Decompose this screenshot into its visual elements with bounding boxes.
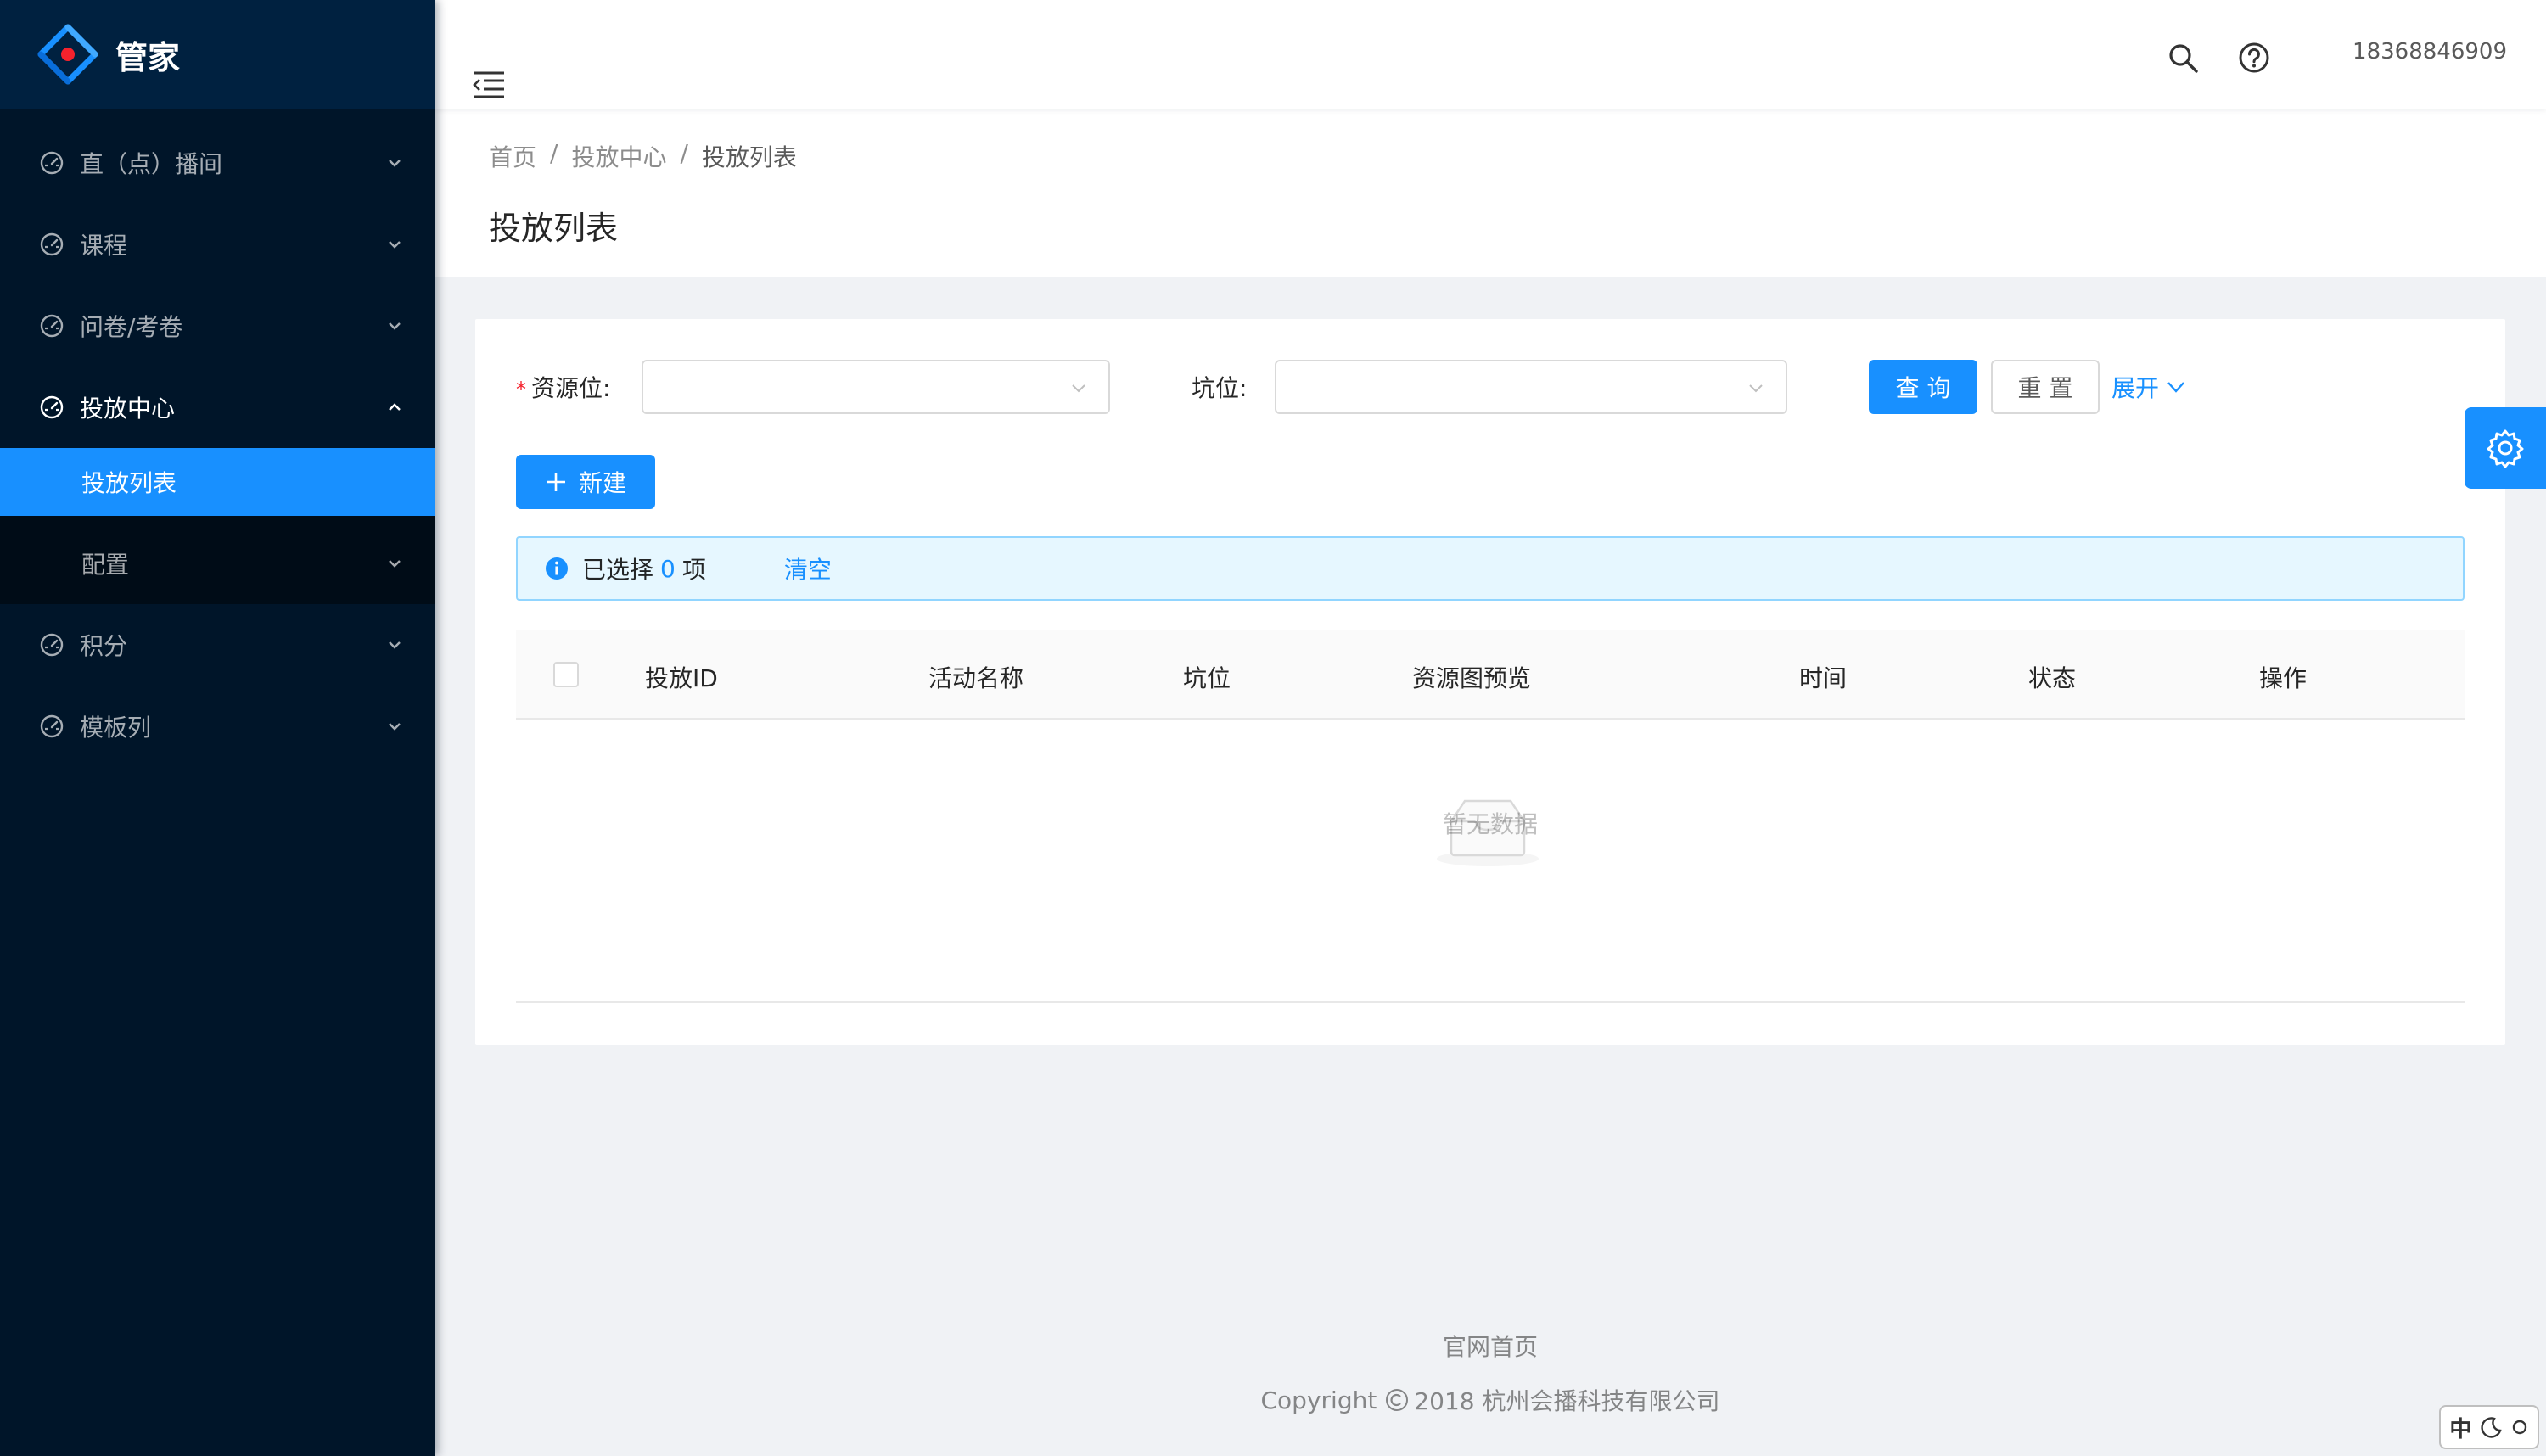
sidebar-item-survey[interactable]: 问卷/考卷 (0, 285, 435, 367)
ime-mode[interactable]: 中 (2449, 1412, 2471, 1443)
sidebar-item-delivery-list[interactable]: 投放列表 (0, 448, 435, 516)
chevron-down-icon (2167, 382, 2184, 393)
copyright-icon (1386, 1389, 1409, 1411)
breadcrumb-current: 投放列表 (701, 143, 797, 171)
resource-position-label: * 资源位: (516, 374, 611, 402)
slot-select[interactable] (1275, 360, 1787, 414)
column-header[interactable]: 时间 (1799, 660, 1847, 694)
sidebar-item-template[interactable]: 模板列 (0, 686, 435, 767)
official-site-link[interactable]: 官网首页 (435, 1329, 2546, 1363)
required-mark: * (516, 378, 526, 401)
sidebar-item-config[interactable]: 配置 (0, 523, 435, 604)
new-button[interactable]: 新建 (516, 455, 655, 509)
info-circle-icon (546, 557, 568, 580)
ime-toolbar[interactable]: 中 (2439, 1405, 2539, 1449)
sidebar-item-label: 直（点）播间 (80, 150, 223, 178)
resource-position-select[interactable] (642, 360, 1110, 414)
sidebar-item-label: 配置 (81, 551, 130, 579)
breadcrumb-delivery-center[interactable]: 投放中心 (571, 139, 666, 173)
breadcrumb-home[interactable]: 首页 (489, 139, 536, 173)
chevron-down-icon (1072, 384, 1085, 393)
breadcrumb: 首页 / 投放中心 / 投放列表 (489, 139, 2546, 173)
dashboard-icon (40, 633, 64, 657)
page-title: 投放列表 (489, 210, 619, 247)
chevron-down-icon (389, 560, 401, 568)
breadcrumb-separator: / (680, 139, 688, 167)
column-header[interactable]: 状态 (2028, 660, 2076, 694)
sidebar-item-points[interactable]: 积分 (0, 604, 435, 686)
page-header: 首页 / 投放中心 / 投放列表 投放列表 (435, 109, 2546, 277)
logo-bar[interactable]: 管家 (0, 0, 435, 109)
breadcrumb-separator: / (550, 139, 558, 167)
filter-form: * 资源位: 坑位: 查 询 重 置 展开 (475, 360, 2505, 414)
slot-label: 坑位: (1192, 374, 1248, 402)
copyright-text: 2018 杭州会播科技有限公司 (1414, 1387, 1720, 1415)
query-button[interactable]: 查 询 (1869, 360, 1977, 414)
expand-link[interactable]: 展开 (2111, 370, 2186, 404)
column-header[interactable]: 坑位 (1183, 660, 1231, 694)
expand-label: 展开 (2111, 374, 2160, 402)
dashboard-icon (40, 395, 64, 419)
selection-count: 0 (660, 554, 676, 583)
column-header[interactable]: 资源图预览 (1412, 660, 1531, 694)
sidebar-item-live-room[interactable]: 直（点）播间 (0, 122, 435, 204)
empty-text: 暂无数据 (1442, 810, 1538, 838)
chevron-down-icon (389, 641, 401, 649)
sidebar-item-label: 课程 (80, 232, 128, 260)
top-header: 18368846909 (435, 0, 2546, 109)
sidebar-item-label: 问卷/考卷 (80, 313, 183, 341)
question-circle-icon[interactable] (2237, 41, 2271, 75)
sidebar-item-label: 积分 (80, 632, 128, 660)
dashboard-icon (40, 151, 64, 175)
column-header[interactable]: 操作 (2259, 660, 2307, 694)
clear-selection-link[interactable]: 清空 (784, 552, 832, 585)
logo-icon (37, 24, 98, 85)
new-button-label: 新建 (578, 469, 626, 497)
sidebar-item-delivery-center[interactable]: 投放中心 (0, 367, 435, 448)
dashboard-icon (40, 314, 64, 338)
chevron-down-icon (389, 322, 401, 330)
copyright: Copyright 2018 杭州会播科技有限公司 (435, 1383, 2546, 1417)
moon-icon[interactable] (2479, 1415, 2503, 1439)
sidebar: 管家 直（点）播间 课程 问卷/考卷 投放中心 投放列表 配置 积分 模板列 (0, 0, 435, 1456)
chevron-up-icon (389, 403, 401, 411)
settings-drawer-button[interactable] (2465, 407, 2546, 489)
sidebar-item-course[interactable]: 课程 (0, 204, 435, 285)
gear-icon (2487, 429, 2524, 468)
table-empty-state (516, 720, 2465, 1003)
submenu-delivery-center: 投放列表 配置 (0, 448, 435, 604)
copyright-prefix: Copyright (1260, 1386, 1377, 1414)
menu-fold-icon[interactable] (472, 70, 506, 100)
table-header: 投放ID 活动名称 坑位 资源图预览 时间 状态 操作 (516, 630, 2465, 720)
punctuation-icon[interactable] (2510, 1418, 2529, 1436)
reset-button[interactable]: 重 置 (1991, 360, 2100, 414)
chevron-down-icon (389, 160, 401, 167)
chevron-down-icon (1749, 384, 1763, 393)
app-name: 管家 (115, 38, 181, 76)
user-account[interactable]: 18368846909 (2353, 39, 2507, 64)
selection-alert: 已选择 0 项 清空 (516, 536, 2465, 601)
chevron-down-icon (389, 723, 401, 731)
dashboard-icon (40, 714, 64, 738)
sidebar-item-label: 投放中心 (80, 395, 176, 423)
selection-suffix: 项 (681, 556, 706, 584)
dashboard-icon (40, 232, 64, 256)
chevron-down-icon (389, 241, 401, 249)
footer: 官网首页 Copyright 2018 杭州会播科技有限公司 (435, 1329, 2546, 1417)
search-icon[interactable] (2166, 41, 2200, 75)
plus-icon (546, 473, 565, 491)
content-card: * 资源位: 坑位: 查 询 重 置 展开 新建 已选择 0 项 清空 投放ID… (475, 319, 2505, 1045)
selection-prefix: 已选择 (582, 556, 654, 584)
sidebar-item-label: 模板列 (80, 714, 152, 742)
sidebar-menu: 直（点）播间 课程 问卷/考卷 投放中心 投放列表 配置 积分 模板列 (0, 109, 435, 767)
column-header[interactable]: 活动名称 (928, 660, 1023, 694)
sidebar-item-label: 投放列表 (81, 469, 177, 497)
select-all-checkbox[interactable] (553, 662, 579, 687)
column-header[interactable]: 投放ID (645, 660, 718, 694)
